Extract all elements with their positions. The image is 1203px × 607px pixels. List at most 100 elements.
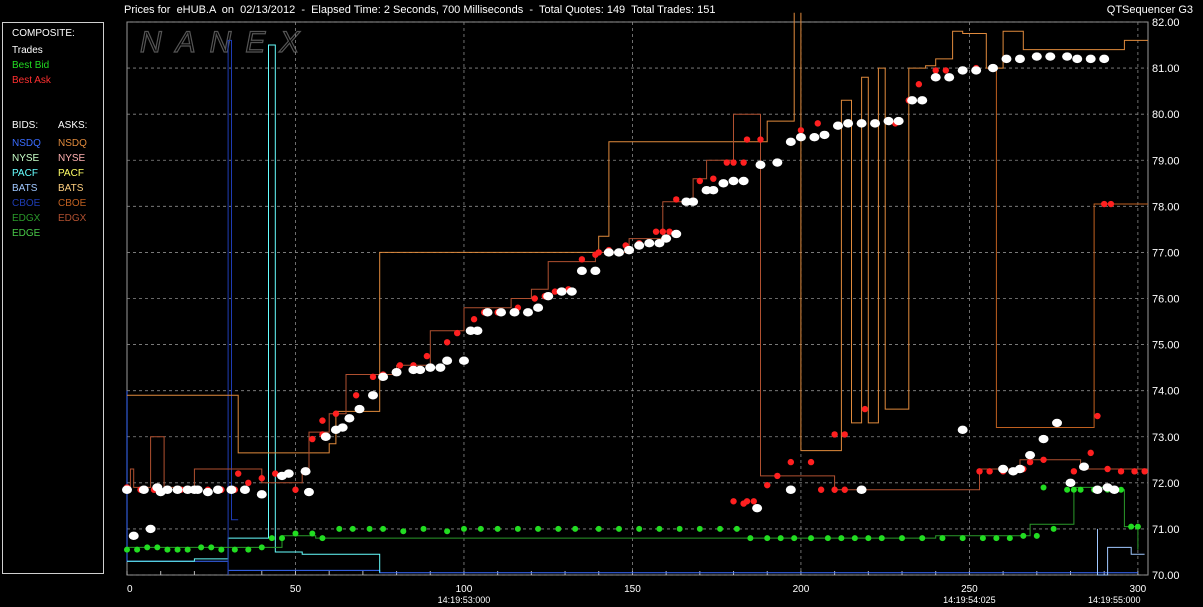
trade-point [344, 414, 355, 423]
time-label: 14:19:53:000 [438, 595, 491, 605]
best-ask-point [1141, 468, 1148, 475]
x-tick-label: 150 [624, 584, 641, 595]
trade-point [509, 308, 520, 317]
best-bid-point [460, 525, 467, 532]
trade-point [576, 266, 587, 276]
trade-point [688, 197, 699, 206]
trade-point [634, 241, 645, 250]
best-bid-point [1006, 535, 1013, 542]
best-bid-point [184, 546, 191, 553]
best-bid-point [899, 535, 906, 542]
best-ask-point [757, 136, 764, 143]
trade-point [435, 363, 446, 372]
trade-point [1109, 485, 1120, 494]
best-ask-point [932, 67, 939, 74]
best-bid-point [218, 546, 225, 553]
best-bid-point [309, 530, 316, 537]
best-bid-point [979, 535, 986, 542]
best-bid-point [1070, 486, 1077, 493]
best-bid-point [696, 525, 703, 532]
best-ask-point [423, 352, 431, 360]
trade-point [1014, 54, 1025, 64]
best-bid-point [878, 535, 885, 542]
trade-point [122, 485, 132, 494]
best-bid-point [174, 546, 181, 553]
trade-point [832, 121, 843, 130]
best-ask-point [723, 159, 730, 166]
trade-point [128, 531, 139, 541]
best-ask-point [942, 67, 950, 74]
trade-point [1085, 54, 1096, 64]
best-ask-point [710, 175, 717, 182]
trade-point [856, 119, 867, 128]
trade-point [1072, 54, 1083, 64]
best-bid-point [494, 525, 501, 532]
best-bid-point [636, 525, 643, 532]
trade-point [189, 485, 200, 494]
trade-point [533, 303, 544, 312]
best-bid-point [1040, 484, 1047, 491]
x-tick-label: 250 [961, 584, 978, 595]
trade-point [239, 485, 250, 494]
best-bid-point [349, 525, 356, 532]
trade-point [728, 176, 739, 186]
best-bid-point [380, 525, 387, 532]
trade-point [162, 485, 173, 494]
best-ask-point [443, 339, 451, 346]
best-ask-point [352, 392, 360, 399]
trade-point [772, 158, 783, 167]
best-bid-point [791, 535, 798, 542]
trade-point [1001, 54, 1012, 64]
best-ask-point [595, 249, 602, 256]
best-bid-point [336, 525, 343, 532]
trade-point [661, 234, 672, 243]
trade-point [738, 176, 749, 186]
trade-point [795, 133, 806, 142]
trade-point [1045, 52, 1056, 61]
trade-point [543, 291, 554, 301]
best-bid-point [824, 535, 831, 542]
trade-point [415, 365, 426, 375]
best-bid-point [444, 528, 451, 535]
best-bid-point [572, 525, 579, 532]
best-ask-point [831, 486, 838, 493]
best-ask-point [470, 316, 478, 323]
best-ask-point [1131, 468, 1138, 475]
best-ask-point [531, 295, 538, 302]
trade-point [522, 308, 533, 317]
best-ask-point [309, 435, 316, 443]
best-ask-point [1100, 200, 1108, 208]
best-ask-point [396, 362, 404, 369]
best-ask-point [787, 458, 795, 466]
trade-point [1014, 464, 1025, 474]
best-bid-point [279, 535, 286, 542]
best-bid-point [1064, 486, 1071, 493]
best-bid-point [164, 546, 171, 553]
trade-point [145, 524, 156, 534]
y-tick-label: 81.00 [1152, 63, 1180, 75]
trade-point [1099, 54, 1110, 64]
best-bid-point [959, 535, 966, 542]
best-ask-point [292, 486, 299, 493]
best-bid-point [764, 535, 771, 542]
best-ask-point [1087, 449, 1094, 457]
y-tick-label: 77.00 [1152, 247, 1180, 259]
trade-point [917, 96, 928, 105]
x-tick-label: 50 [290, 584, 302, 595]
best-ask-point [332, 410, 340, 417]
trade-point [755, 160, 766, 170]
y-tick-label: 75.00 [1152, 340, 1180, 352]
trade-point [556, 287, 567, 296]
trade-point [907, 96, 918, 105]
x-tick-label: 300 [1130, 584, 1147, 595]
best-bid-point [919, 535, 926, 542]
ask-line [127, 113, 1148, 491]
best-bid-point [477, 525, 484, 532]
best-bid-point [717, 525, 724, 532]
best-bid-point [144, 544, 151, 551]
best-ask-point [319, 417, 326, 424]
best-ask-point [696, 177, 704, 185]
trade-point [566, 287, 577, 296]
trade-point [644, 239, 655, 248]
trade-point [337, 423, 348, 432]
